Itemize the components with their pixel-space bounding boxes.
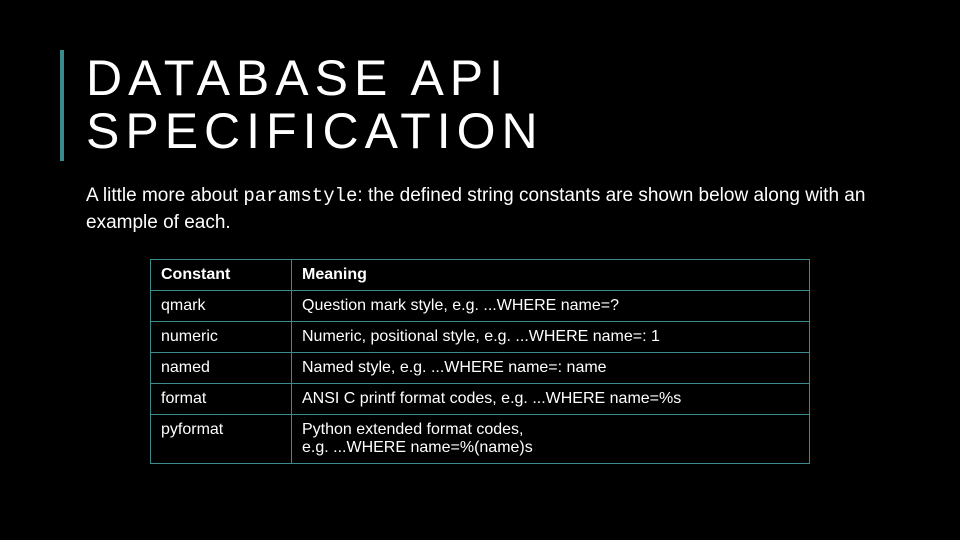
- table-header-row: Constant Meaning: [151, 260, 810, 291]
- cell-meaning: Question mark style, e.g. ...WHERE name=…: [292, 291, 810, 322]
- title-line-1: DATABASE API: [86, 50, 509, 106]
- cell-meaning: Named style, e.g. ...WHERE name=: name: [292, 353, 810, 384]
- cell-constant: numeric: [151, 322, 292, 353]
- desc-code: paramstyle: [243, 185, 357, 207]
- table-row: format ANSI C printf format codes, e.g. …: [151, 384, 810, 415]
- cell-constant: qmark: [151, 291, 292, 322]
- title-block: DATABASE API SPECIFICATION: [60, 50, 900, 161]
- accent-bar: [60, 50, 64, 161]
- table-row: numeric Numeric, positional style, e.g. …: [151, 322, 810, 353]
- slide-title: DATABASE API SPECIFICATION: [86, 50, 544, 161]
- cell-constant: format: [151, 384, 292, 415]
- cell-meaning: ANSI C printf format codes, e.g. ...WHER…: [292, 384, 810, 415]
- table-row: named Named style, e.g. ...WHERE name=: …: [151, 353, 810, 384]
- paramstyle-table: Constant Meaning qmark Question mark sty…: [150, 259, 810, 464]
- description: A little more about paramstyle: the defi…: [86, 183, 866, 235]
- title-line-2: SPECIFICATION: [86, 103, 544, 159]
- table-row: pyformat Python extended format codes,e.…: [151, 415, 810, 464]
- header-constant: Constant: [151, 260, 292, 291]
- cell-constant: named: [151, 353, 292, 384]
- header-meaning: Meaning: [292, 260, 810, 291]
- desc-prefix: A little more about: [86, 185, 243, 206]
- cell-constant: pyformat: [151, 415, 292, 464]
- cell-meaning: Numeric, positional style, e.g. ...WHERE…: [292, 322, 810, 353]
- cell-meaning: Python extended format codes,e.g. ...WHE…: [292, 415, 810, 464]
- slide: DATABASE API SPECIFICATION A little more…: [0, 0, 960, 540]
- table-row: qmark Question mark style, e.g. ...WHERE…: [151, 291, 810, 322]
